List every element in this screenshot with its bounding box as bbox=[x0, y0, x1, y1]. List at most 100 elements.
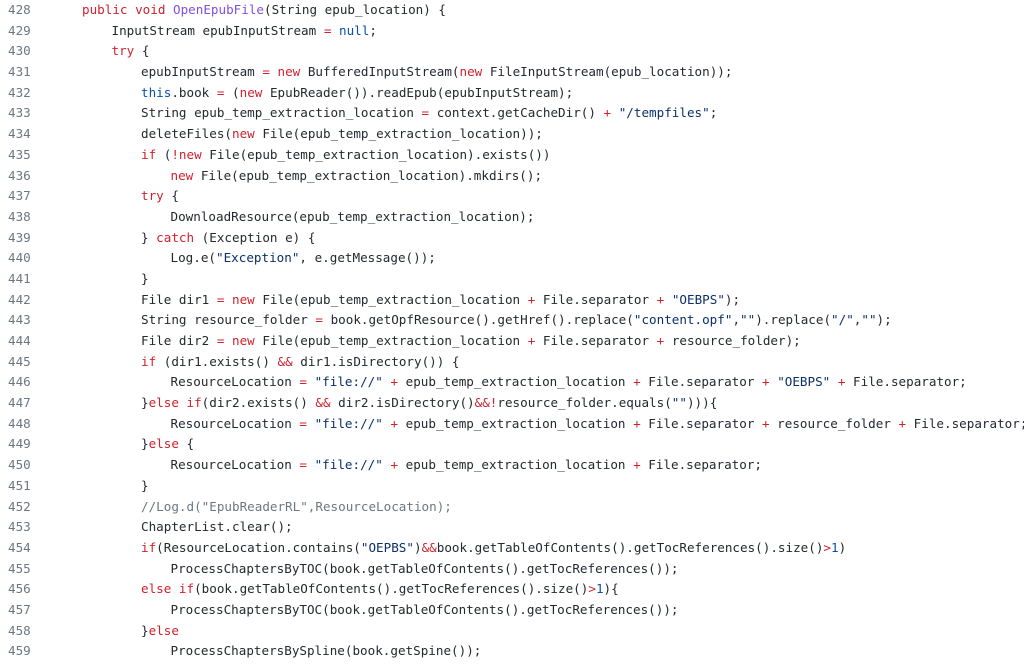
code-token: + bbox=[390, 457, 399, 473]
code-token: resource_folder.equals( bbox=[497, 395, 672, 411]
code-token: ( bbox=[224, 84, 240, 100]
code-token: ); bbox=[876, 312, 892, 328]
code-token: new bbox=[459, 64, 483, 80]
code-token: else if bbox=[141, 581, 195, 597]
code-token: &&! bbox=[474, 395, 498, 411]
line-number: 439 bbox=[8, 229, 31, 245]
code-token: ResourceLocation bbox=[170, 457, 300, 473]
code-text: if(ResourceLocation.contains("OEPBS")&&b… bbox=[38, 538, 1024, 559]
line-number: 432 bbox=[8, 84, 31, 100]
code-line: 443 String resource_folder = book.getOpfR… bbox=[0, 310, 1024, 331]
code-token: 1 bbox=[595, 581, 604, 597]
code-token: } bbox=[141, 229, 157, 245]
line-number: 433 bbox=[8, 105, 31, 121]
line-number: 440 bbox=[8, 250, 31, 266]
code-token: File.separator; bbox=[906, 415, 1024, 431]
code-token: new bbox=[277, 64, 301, 80]
code-line: 435 if (!new File(epub_temp_extraction_lo… bbox=[0, 145, 1024, 166]
code-token: ))){ bbox=[686, 395, 718, 411]
code-token: File dir1 bbox=[141, 291, 217, 307]
code-token: ProcessChaptersByTOC(book.getTableOfCont… bbox=[170, 601, 679, 617]
code-line: 441} bbox=[0, 269, 1024, 290]
code-text: ResourceLocation = "file://" + epub_temp… bbox=[38, 455, 1024, 476]
code-token: + bbox=[633, 374, 641, 390]
code-token: > bbox=[588, 581, 596, 597]
code-text: InputStream epubInputStream = null; bbox=[38, 21, 1024, 42]
code-text: Log.e("Exception", e.getMessage()); bbox=[38, 248, 1024, 269]
code-token: else bbox=[148, 622, 179, 638]
code-token: if bbox=[141, 353, 157, 369]
line-number: 454 bbox=[8, 539, 31, 555]
code-token: book.getTableOfContents().getTocReferenc… bbox=[436, 539, 824, 555]
line-number: 442 bbox=[8, 291, 31, 307]
line-number: 434 bbox=[8, 126, 31, 142]
code-token: dir1.isDirectory()) { bbox=[292, 353, 460, 369]
code-token: } bbox=[141, 436, 149, 452]
line-number: 449 bbox=[8, 436, 31, 452]
code-text: ProcessChaptersBySpline(book.getSpine())… bbox=[38, 641, 1024, 662]
code-token: (Exception e) { bbox=[194, 229, 316, 245]
code-text: else if(book.getTableOfContents().getToc… bbox=[38, 579, 1024, 600]
code-line: 436 new File(epub_temp_extraction_locatio… bbox=[0, 166, 1024, 187]
code-view: 428 public void OpenEpubFile(String epub_… bbox=[0, 0, 1024, 664]
code-token: book.getOpfResource().getHref().replace( bbox=[322, 312, 634, 328]
code-line: 449}else { bbox=[0, 434, 1024, 455]
code-text: File dir2 = new File(epub_temp_extractio… bbox=[38, 331, 1024, 352]
code-token: + bbox=[390, 374, 399, 390]
code-token: = bbox=[421, 105, 430, 121]
line-number: 441 bbox=[8, 270, 31, 286]
line-number: 429 bbox=[8, 22, 31, 38]
code-line: 437 try { bbox=[0, 186, 1024, 207]
code-token: ChapterList.clear(); bbox=[141, 519, 293, 535]
code-line: 455 ProcessChaptersByTOC(book.getTableOfC… bbox=[0, 559, 1024, 580]
line-number: 450 bbox=[8, 457, 31, 473]
code-token: "content.opf" bbox=[633, 312, 733, 328]
code-token: } bbox=[141, 395, 149, 411]
code-token: new bbox=[232, 291, 255, 307]
code-token: { bbox=[178, 436, 195, 452]
code-line: 433 String epub_temp_extraction_location … bbox=[0, 103, 1024, 124]
code-text: DownloadResource(epub_temp_extraction_lo… bbox=[38, 207, 1024, 228]
code-text: this.book = (new EpubReader()).readEpub(… bbox=[38, 83, 1024, 104]
line-number: 431 bbox=[8, 64, 31, 80]
code-token: this bbox=[141, 84, 172, 100]
code-text: if (dir1.exists() && dir1.isDirectory())… bbox=[38, 352, 1024, 373]
code-line: 434 deleteFiles(new File(epub_temp_extrac… bbox=[0, 124, 1024, 145]
code-token: try bbox=[111, 43, 135, 59]
code-text: epubInputStream = new BufferedInputStrea… bbox=[38, 62, 1024, 83]
code-line: 454 if(ResourceLocation.contains("OEPBS")… bbox=[0, 538, 1024, 559]
code-token: File(epub_temp_extraction_location).exis… bbox=[201, 146, 551, 162]
code-token: ; bbox=[369, 22, 377, 38]
code-token: , bbox=[732, 312, 741, 328]
code-token: ) bbox=[413, 539, 422, 555]
code-token: try bbox=[141, 188, 164, 204]
code-token: "" bbox=[740, 312, 756, 328]
code-text: }else bbox=[38, 621, 1024, 642]
code-line: 444 File dir2 = new File(epub_temp_extrac… bbox=[0, 331, 1024, 352]
code-token: + bbox=[633, 457, 641, 473]
code-line: 428 public void OpenEpubFile(String epub_… bbox=[0, 0, 1024, 21]
code-token: ; bbox=[709, 105, 718, 121]
code-token: = bbox=[299, 457, 307, 473]
code-text: } bbox=[38, 269, 1024, 290]
code-token: "file://" bbox=[314, 457, 383, 473]
code-token: BufferedInputStream( bbox=[300, 64, 460, 80]
code-token: ProcessChaptersBySpline(book.getSpine())… bbox=[170, 643, 482, 659]
code-token: if bbox=[141, 146, 157, 162]
code-token: !new bbox=[171, 146, 202, 162]
code-line: 458 }else bbox=[0, 621, 1024, 642]
line-number: 458 bbox=[8, 622, 31, 638]
code-token: > bbox=[823, 539, 832, 555]
code-token: "/tempfiles" bbox=[618, 105, 710, 121]
code-token: public void bbox=[82, 2, 173, 17]
code-token: File.separator bbox=[640, 415, 762, 431]
line-number: 445 bbox=[8, 353, 31, 369]
code-token: Log.e( bbox=[170, 250, 217, 266]
code-token: File(epub_temp_extraction_location).mkdi… bbox=[193, 167, 543, 183]
code-token: catch bbox=[156, 229, 195, 245]
code-token: File(epub_temp_extraction_location bbox=[254, 333, 528, 348]
code-token: ).replace( bbox=[755, 312, 832, 328]
